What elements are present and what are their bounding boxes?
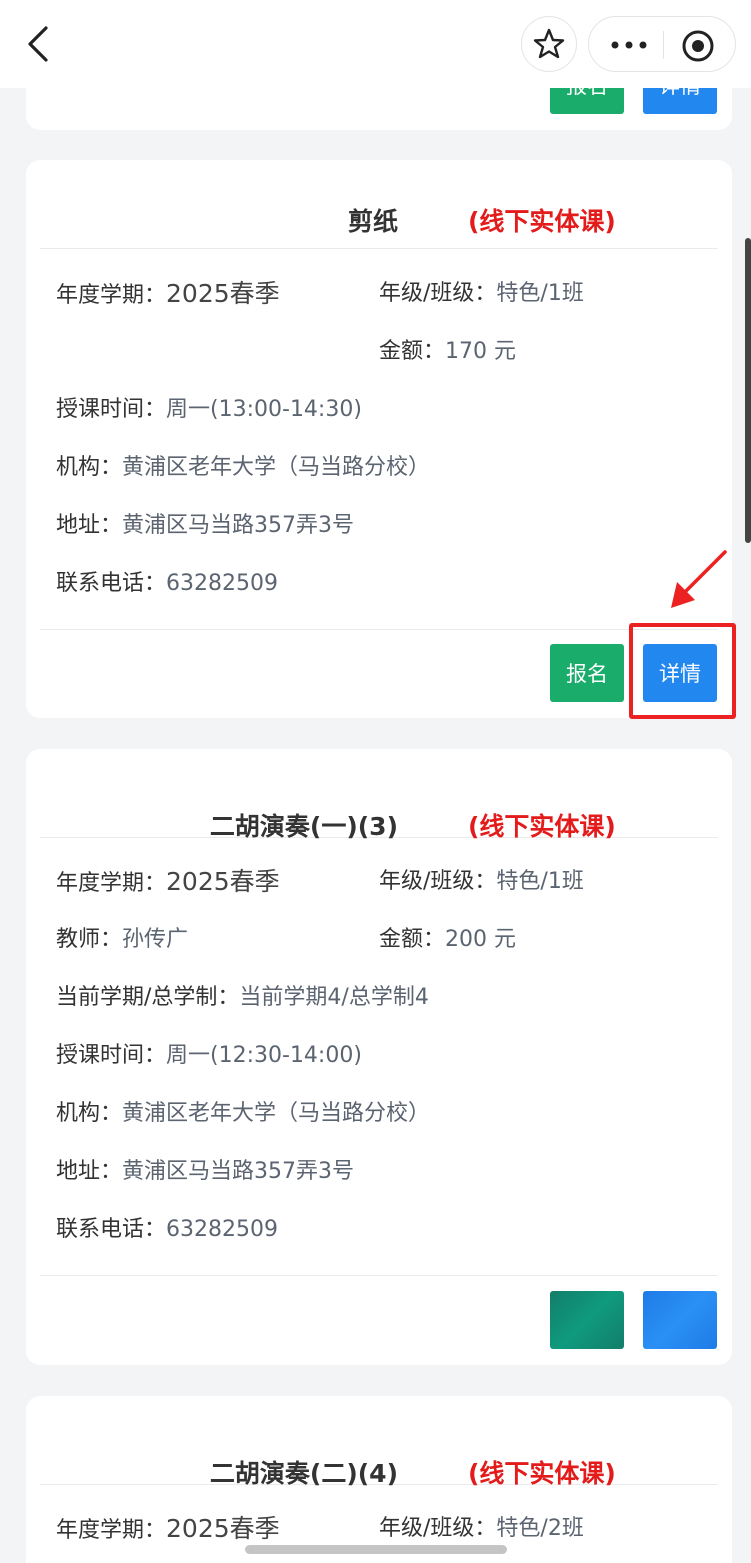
time-value: 周一(13:00-14:30) [166,397,362,422]
period-value: 当前学期4/总学制4 [239,985,429,1010]
grade-label: 年级/班级： [379,281,497,306]
fee-value: 170 元 [445,339,517,364]
favorite-button[interactable] [521,16,577,72]
term-value: 2025春季 [166,1514,280,1543]
card-header: 剪纸 (线下实体课) [40,160,718,249]
phone-label: 联系电话： [56,571,167,596]
course-type-badge: (线下实体课) [468,1459,616,1488]
course-name: 剪纸 [347,207,398,236]
period-label: 当前学期/总学制： [56,985,240,1010]
phone-value: 63282509 [166,1217,278,1242]
term-row: 年度学期：2025春季 [56,279,280,311]
annotation-highlight-box [629,623,736,719]
mini-program-capsule [588,16,736,72]
fee-row: 金额：170 元 [379,337,516,367]
teacher-label: 教师： [56,927,123,952]
fee-row: 金额：200 元 [379,925,516,955]
phone-row: 联系电话：63282509 [56,569,278,599]
term-label: 年度学期： [56,283,167,308]
course-name: 二胡演奏(一)(3) [209,812,398,841]
course-card-paper-cutting: 剪纸 (线下实体课) 年度学期：2025春季 年级/班级：特色/1班 金额：17… [26,160,732,718]
org-row: 机构：黄浦区老年大学（马当路分校） [56,453,430,483]
grade-label: 年级/班级： [379,1516,497,1541]
time-value: 周一(12:30-14:00) [166,1043,362,1068]
scrollbar-thumb[interactable] [745,238,751,543]
address-label: 地址： [56,1159,123,1184]
course-list[interactable]: 报名 详情 剪纸 (线下实体课) 年度学期：2025春季 年级/班级：特色/1班… [0,0,751,1563]
grade-value: 特色/1班 [496,281,584,306]
card-header: 二胡演奏(一)(3) (线下实体课) [40,749,718,841]
teacher-row: 教师：孙传广 [56,925,188,955]
org-row: 机构：黄浦区老年大学（马当路分校） [56,1099,430,1129]
fee-value: 200 元 [445,927,517,952]
org-value: 黄浦区老年大学（马当路分校） [122,455,431,480]
time-label: 授课时间： [56,397,167,422]
phone-value: 63282509 [166,571,278,596]
course-type-badge: (线下实体课) [468,207,616,236]
grade-row: 年级/班级：特色/1班 [379,867,584,897]
teacher-value: 孙传广 [122,927,189,952]
time-label: 授课时间： [56,1043,167,1068]
time-row: 授课时间：周一(13:00-14:30) [56,395,362,425]
fee-label: 金额： [379,339,446,364]
address-row: 地址：黄浦区马当路357弄3号 [56,511,354,541]
grade-label: 年级/班级： [379,869,497,894]
grade-value: 特色/1班 [496,869,584,894]
course-card-erhu-1: 二胡演奏(一)(3) (线下实体课) 年度学期：2025春季 年级/班级：特色/… [26,749,732,1365]
enroll-button[interactable]: 报名 [550,644,624,702]
star-icon [533,28,565,59]
org-label: 机构： [56,455,123,480]
phone-label: 联系电话： [56,1217,167,1242]
capsule-separator [663,31,664,59]
term-value: 2025春季 [166,867,280,896]
course-name: 二胡演奏(二)(4) [209,1459,398,1488]
fee-label: 金额： [379,927,446,952]
address-row: 地址：黄浦区马当路357弄3号 [56,1157,354,1187]
grade-value: 特色/2班 [496,1516,584,1541]
grade-row: 年级/班级：特色/2班 [379,1514,584,1544]
phone-row: 联系电话：63282509 [56,1215,278,1245]
address-value: 黄浦区马当路357弄3号 [122,513,355,538]
enroll-button[interactable] [550,1291,624,1349]
course-type-badge: (线下实体课) [468,812,616,841]
annotation-arrow-icon [671,550,727,608]
home-indicator [245,1545,507,1554]
address-value: 黄浦区马当路357弄3号 [122,1159,355,1184]
time-row: 授课时间：周一(12:30-14:00) [56,1041,362,1071]
term-row: 年度学期：2025春季 [56,1514,280,1546]
detail-button[interactable] [643,1291,717,1349]
term-label: 年度学期： [56,1518,167,1543]
term-label: 年度学期： [56,871,167,896]
term-value: 2025春季 [166,279,280,308]
term-row: 年度学期：2025春季 [56,867,280,899]
course-card-erhu-2: 二胡演奏(二)(4) (线下实体课) 年度学期：2025春季 年级/班级：特色/… [26,1396,732,1563]
grade-row: 年级/班级：特色/1班 [379,279,584,309]
card-divider [40,629,718,630]
more-dots-icon[interactable] [609,31,649,59]
org-label: 机构： [56,1101,123,1126]
back-arrow-icon[interactable] [22,22,56,66]
period-row: 当前学期/总学制：当前学期4/总学制4 [56,983,429,1013]
org-value: 黄浦区老年大学（马当路分校） [122,1101,431,1126]
card-divider [40,1275,718,1276]
card-header: 二胡演奏(二)(4) (线下实体课) [40,1396,718,1488]
target-icon[interactable] [681,29,715,63]
address-label: 地址： [56,513,123,538]
top-nav-bar [0,0,751,88]
